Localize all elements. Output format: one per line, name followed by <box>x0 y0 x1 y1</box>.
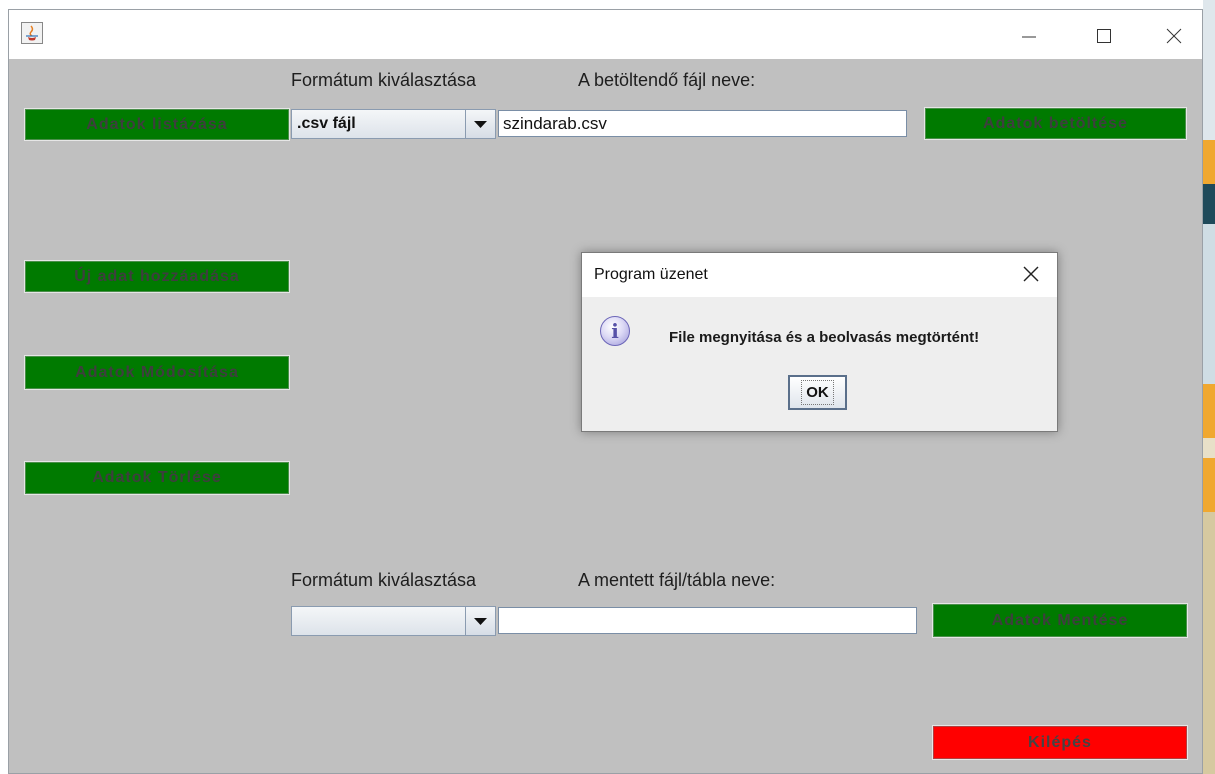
save-format-dropdown-button[interactable] <box>465 607 495 635</box>
save-data-button[interactable]: Adatok Mentése <box>932 603 1188 638</box>
close-icon <box>1023 266 1039 282</box>
load-format-label: Formátum kiválasztása <box>291 70 477 90</box>
ok-button-label: OK <box>801 380 834 405</box>
close-button[interactable] <box>1154 20 1194 50</box>
dialog-title: Program üzenet <box>594 266 708 283</box>
title-bar <box>9 10 1202 59</box>
save-format-select[interactable] <box>291 606 496 636</box>
maximize-icon <box>1097 29 1111 43</box>
chevron-down-icon <box>474 618 487 625</box>
minimize-button[interactable] <box>1009 20 1049 50</box>
dialog-message: File megnyitása és a beolvasás megtörtén… <box>669 329 980 346</box>
load-file-input[interactable]: szindarab.csv <box>498 110 907 137</box>
exit-button[interactable]: Kilépés <box>932 725 1188 760</box>
ok-button[interactable]: OK <box>788 375 847 410</box>
save-file-input[interactable] <box>498 607 917 634</box>
background-desktop <box>1203 0 1215 774</box>
modify-data-button[interactable]: Adatok Módosítása <box>24 355 290 390</box>
save-format-label: Formátum kiválasztása <box>291 570 477 590</box>
close-icon <box>1166 28 1182 44</box>
load-file-label: A betöltendő fájl neve: <box>578 70 756 90</box>
add-data-button[interactable]: Új adat hozzáadása <box>24 260 290 293</box>
load-data-button[interactable]: Adatok betöltése <box>924 107 1187 140</box>
message-dialog: Program üzenet i File megnyitása és a be… <box>581 252 1058 432</box>
dialog-title-bar: Program üzenet <box>582 253 1057 297</box>
chevron-down-icon <box>474 121 487 128</box>
maximize-button[interactable] <box>1084 20 1124 50</box>
load-format-select[interactable]: .csv fájl <box>291 109 496 139</box>
load-format-dropdown-button[interactable] <box>465 110 495 138</box>
java-icon <box>21 22 43 44</box>
minimize-icon <box>1022 36 1036 38</box>
load-format-value: .csv fájl <box>297 115 356 132</box>
delete-data-button[interactable]: Adatok Törlése <box>24 461 290 495</box>
list-data-button[interactable]: Adatok listázása <box>24 108 290 141</box>
save-file-label: A mentett fájl/tábla neve: <box>578 570 776 590</box>
dialog-close-button[interactable] <box>1021 264 1041 284</box>
info-icon: i <box>600 316 630 346</box>
